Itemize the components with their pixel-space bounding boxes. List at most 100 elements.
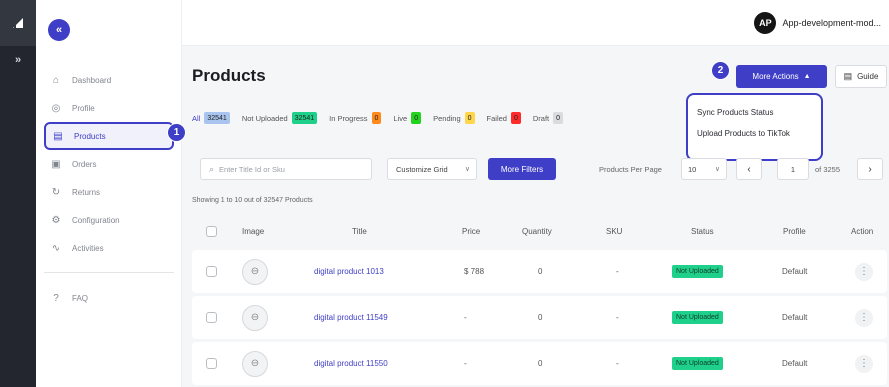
row-checkbox[interactable] <box>206 266 217 277</box>
product-image-placeholder-icon: ⊖ <box>242 304 268 331</box>
sync-products-status-option[interactable]: Sync Products Status <box>697 107 821 118</box>
tab-count-badge: 0 <box>553 112 564 124</box>
tab-count-badge: 0 <box>411 112 422 124</box>
table-row[interactable]: ⊖ digital product 11549 - 0 - Not Uploaded Def… <box>192 296 887 339</box>
home-icon: ⌂ <box>52 74 60 86</box>
profile-icon: ◎ <box>51 102 61 114</box>
guide-button[interactable]: ▤ Guide <box>835 65 887 88</box>
app-logo[interactable] <box>0 0 36 46</box>
customize-grid-select[interactable]: Customize Grid ∨ <box>387 158 477 180</box>
upload-products-tiktok-option[interactable]: Upload Products to TikTok <box>697 128 797 139</box>
sidebar-item-returns[interactable]: ↻ Returns <box>44 178 174 206</box>
tab-count-badge: 32541 <box>291 112 318 124</box>
store-switcher[interactable]: AP App-development-mod... <box>754 12 881 34</box>
product-sku: - <box>616 313 619 322</box>
sidebar-item-configuration[interactable]: ⚙ Configuration <box>44 206 174 234</box>
double-chevron-left-icon[interactable]: « <box>48 19 70 41</box>
product-title-link[interactable]: digital product 11550 <box>314 359 388 368</box>
tab-label: In Progress <box>329 113 368 123</box>
tab-label: Not Uploaded <box>241 113 288 123</box>
chevron-right-icon: › <box>868 163 872 175</box>
product-price: - <box>464 313 467 322</box>
row-checkbox[interactable] <box>206 312 217 323</box>
status-tabs: All 32541 Not Uploaded 32541 In Progress 0 Liv… <box>192 112 575 124</box>
tab-count-badge: 0 <box>371 112 382 124</box>
header-status: Status <box>691 226 714 236</box>
page-total: of 3255 <box>815 165 841 174</box>
more-actions-button[interactable]: More Actions ▲ <box>736 65 827 88</box>
sidebar-item-orders[interactable]: ▣ Orders <box>44 150 174 178</box>
sidebar-item-activities[interactable]: ∿ Activities <box>44 234 174 262</box>
sidebar-item-dashboard[interactable]: ⌂ Dashboard <box>44 66 174 94</box>
sidebar-item-label: Dashboard <box>72 75 112 85</box>
sidebar-item-label: Activities <box>72 243 104 253</box>
header-profile: Profile <box>783 226 806 236</box>
row-checkbox[interactable] <box>206 358 217 369</box>
page-number-input[interactable]: 1 <box>777 158 809 180</box>
table-row[interactable]: ⊖ digital product 1013 $ 788 0 - Not Uploaded… <box>192 250 887 293</box>
sidebar-item-label: Products <box>74 131 106 141</box>
tab-count-badge: 0 <box>464 112 475 124</box>
prev-page-button[interactable]: ‹ <box>736 158 762 180</box>
tab-draft[interactable]: Draft 0 <box>532 112 564 124</box>
document-icon: ▤ <box>843 71 853 81</box>
kebab-menu-icon[interactable]: ⋮ <box>855 262 873 281</box>
tab-all[interactable]: All 32541 <box>192 112 230 124</box>
tab-count-badge: 0 <box>510 112 521 124</box>
tab-failed[interactable]: Failed 0 <box>487 112 521 124</box>
table-header: Image Title Price Quantity SKU Status Pr… <box>192 218 887 244</box>
kebab-menu-icon[interactable]: ⋮ <box>855 308 873 327</box>
chevron-down-icon: ∨ <box>464 166 470 173</box>
page-title: Products <box>192 66 266 85</box>
sidebar-divider <box>44 272 174 273</box>
more-actions-label: More Actions <box>752 72 799 81</box>
returns-icon: ↻ <box>51 186 61 198</box>
next-page-button[interactable]: › <box>857 158 883 180</box>
product-image-placeholder-icon: ⊖ <box>242 258 268 285</box>
sidebar-item-label: Configuration <box>72 215 120 225</box>
tab-not-uploaded[interactable]: Not Uploaded 32541 <box>241 112 318 124</box>
tab-label: Draft <box>532 113 550 123</box>
product-quantity: 0 <box>538 267 543 276</box>
tab-label: Failed <box>486 113 507 123</box>
tab-pending[interactable]: Pending 0 <box>433 112 475 124</box>
select-all-checkbox[interactable] <box>206 225 217 237</box>
filter-bar: ⌕ Enter Title Id or Sku Customize Grid ∨… <box>192 155 885 183</box>
orders-icon: ▣ <box>51 158 61 170</box>
product-price: - <box>464 359 467 368</box>
sidebar-item-faq[interactable]: ? FAQ <box>44 284 174 312</box>
product-sku: - <box>616 267 619 276</box>
double-chevron-right-icon[interactable]: » <box>0 54 36 66</box>
table-row[interactable]: ⊖ digital product 11550 - 0 - Not Uploaded Def… <box>192 342 887 385</box>
sidebar-item-label: FAQ <box>72 293 89 303</box>
status-badge: Not Uploaded <box>672 311 723 324</box>
search-placeholder: Enter Title Id or Sku <box>219 164 285 174</box>
kebab-menu-icon[interactable]: ⋮ <box>855 354 873 373</box>
help-icon: ? <box>53 292 59 304</box>
sidebar-nav: ⌂ Dashboard ◎ Profile ▤ Products ▣ Orders ↻ Retur… <box>44 66 174 262</box>
guide-label: Guide <box>857 72 879 81</box>
sidebar-item-profile[interactable]: ◎ Profile <box>44 94 174 122</box>
product-price: $ 788 <box>464 267 485 276</box>
activity-icon: ∿ <box>51 242 61 254</box>
gear-icon: ⚙ <box>51 214 61 226</box>
sidebar-item-label: Profile <box>72 103 95 113</box>
per-page-select[interactable]: 10 ∨ <box>681 158 727 180</box>
product-profile: Default <box>782 313 808 322</box>
product-title-link[interactable]: digital product 1013 <box>314 267 384 276</box>
header-sku: SKU <box>606 226 623 236</box>
product-profile: Default <box>782 267 808 276</box>
more-filters-button[interactable]: More Filters <box>488 158 556 180</box>
product-title-link[interactable]: digital product 11549 <box>314 313 388 322</box>
customize-grid-label: Customize Grid <box>396 164 448 174</box>
store-name: App-development-mod... <box>782 18 881 28</box>
tab-live[interactable]: Live 0 <box>393 112 422 124</box>
sidebar-item-products[interactable]: ▤ Products <box>44 122 174 150</box>
products-icon: ▤ <box>53 130 63 142</box>
tab-label: All <box>192 113 201 123</box>
search-input[interactable]: ⌕ Enter Title Id or Sku <box>200 158 372 180</box>
search-icon: ⌕ <box>209 163 215 174</box>
step-badge-2: 2 <box>711 61 730 80</box>
chevron-down-icon: ∨ <box>714 166 720 173</box>
tab-in-progress[interactable]: In Progress 0 <box>329 112 382 124</box>
